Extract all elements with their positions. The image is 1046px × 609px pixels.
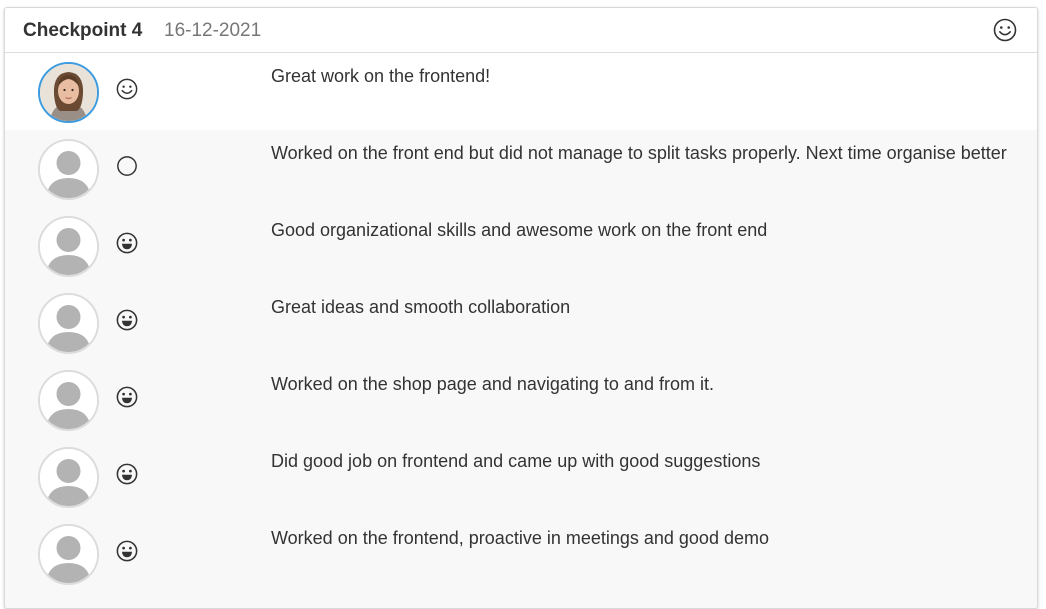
feedback-row: Great work on the frontend! <box>5 53 1037 130</box>
checkpoint-panel: Checkpoint 4 16-12-2021 Great work on th… <box>4 7 1038 609</box>
placeholder-avatar[interactable] <box>38 370 99 431</box>
grin-icon <box>116 386 138 408</box>
feedback-comment: Great ideas and smooth collaboration <box>271 297 571 317</box>
feedback-comment: Good organizational skills and awesome w… <box>271 220 768 240</box>
checkpoint-header: Checkpoint 4 16-12-2021 <box>5 8 1037 53</box>
grin-icon <box>116 463 138 485</box>
placeholder-avatar[interactable] <box>38 447 99 508</box>
placeholder-avatar[interactable] <box>38 524 99 585</box>
feedback-row: Did good job on frontend and came up wit… <box>5 438 1037 515</box>
placeholder-avatar[interactable] <box>38 216 99 277</box>
smile-icon[interactable] <box>993 18 1017 42</box>
smile-icon <box>116 78 138 100</box>
feedback-comment: Worked on the shop page and navigating t… <box>271 374 714 394</box>
feedback-row: Worked on the shop page and navigating t… <box>5 361 1037 438</box>
feedback-row: Great ideas and smooth collaboration <box>5 284 1037 361</box>
checkpoint-date: 16-12-2021 <box>164 20 262 41</box>
neutral-circle-icon <box>116 155 138 177</box>
feedback-comment: Did good job on frontend and came up wit… <box>271 451 761 471</box>
grin-icon <box>116 232 138 254</box>
grin-icon <box>116 309 138 331</box>
feedback-comment: Great work on the frontend! <box>271 66 491 86</box>
placeholder-avatar[interactable] <box>38 139 99 200</box>
feedback-comment: Worked on the front end but did not mana… <box>271 143 1007 163</box>
feedback-comment: Worked on the frontend, proactive in mee… <box>271 528 769 548</box>
checkpoint-title: Checkpoint 4 <box>23 20 143 41</box>
feedback-row: Good organizational skills and awesome w… <box>5 207 1037 284</box>
placeholder-avatar[interactable] <box>38 293 99 354</box>
feedback-row: Worked on the frontend, proactive in mee… <box>5 515 1037 592</box>
grin-icon <box>116 540 138 562</box>
user-photo-avatar[interactable] <box>38 62 99 123</box>
feedback-row: Worked on the front end but did not mana… <box>5 130 1037 207</box>
